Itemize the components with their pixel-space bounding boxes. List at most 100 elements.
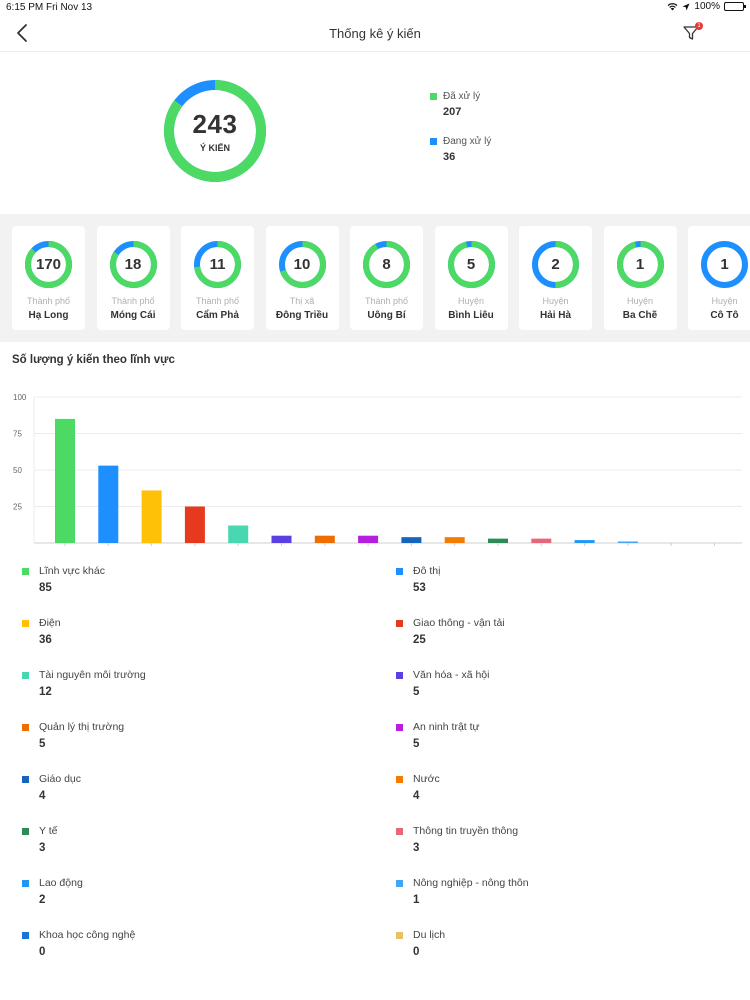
bar[interactable] <box>141 490 162 543</box>
field-legend-item[interactable]: An ninh trật tự 5 <box>396 721 726 761</box>
bar[interactable] <box>531 538 552 543</box>
district-name: Hải Hà <box>539 310 572 321</box>
processing-color-swatch <box>430 138 437 145</box>
field-color-swatch <box>22 827 29 835</box>
field-legend-item[interactable]: Khoa học công nghệ 0 <box>22 929 352 969</box>
bar[interactable] <box>617 541 638 544</box>
bar[interactable] <box>55 418 75 543</box>
district-name: Uông Bí <box>367 310 406 321</box>
district-card[interactable]: 1 Huyện Cô Tô <box>688 226 750 330</box>
field-label: Đô thị <box>413 565 441 577</box>
district-type: Thành phố <box>111 296 155 306</box>
district-count: 1 <box>635 256 645 273</box>
bar[interactable] <box>98 465 119 543</box>
field-legend-item[interactable]: Điện 36 <box>22 617 352 657</box>
bar[interactable] <box>574 540 595 543</box>
bar[interactable] <box>228 525 249 543</box>
field-value: 1 <box>413 894 420 906</box>
y-tick-label: 100 <box>13 393 27 402</box>
district-card[interactable]: 2 Huyện Hải Hà <box>519 226 592 330</box>
district-count: 5 <box>466 256 476 273</box>
field-value: 5 <box>413 686 420 698</box>
field-legend-item[interactable]: Y tế 3 <box>22 825 352 865</box>
field-color-swatch <box>22 619 29 627</box>
field-value: 5 <box>39 738 46 750</box>
field-label: Lĩnh vực khác <box>39 565 105 577</box>
total-count: 243 <box>192 109 238 139</box>
field-value: 3 <box>39 842 46 854</box>
field-value: 12 <box>39 686 52 698</box>
field-value: 36 <box>39 634 52 646</box>
location-arrow-icon <box>682 3 690 10</box>
district-name: Đông Triều <box>275 310 329 321</box>
district-card[interactable]: 8 Thành phố Uông Bí <box>350 226 423 330</box>
status-legend: Đã xử lý 207 Đang xử lý 36 <box>430 91 491 181</box>
district-card[interactable]: 170 Thành phố Hạ Long <box>12 226 85 330</box>
district-count: 2 <box>551 256 560 273</box>
district-type: Thành phố <box>364 296 409 306</box>
bar[interactable] <box>358 535 379 543</box>
status-date: Fri Nov 13 <box>46 2 93 13</box>
field-label: Giáo dục <box>39 773 82 785</box>
chart-section-title: Số lượng ý kiến theo lĩnh vực <box>12 354 175 366</box>
district-type: Thành phố <box>195 296 240 306</box>
legend-processed-label: Đã xử lý <box>443 91 481 102</box>
bar[interactable] <box>488 538 508 543</box>
field-color-swatch <box>396 723 403 731</box>
field-label: Điện <box>39 617 61 629</box>
bar[interactable] <box>401 537 422 543</box>
field-legend-item[interactable]: Du lịch 0 <box>396 929 726 969</box>
field-value: 0 <box>39 946 46 958</box>
field-color-swatch <box>22 879 29 887</box>
legend-processed-value: 207 <box>443 106 462 118</box>
field-color-swatch <box>396 879 403 887</box>
district-type: Huyện <box>626 296 653 306</box>
field-legend-item[interactable]: Văn hóa - xã hội 5 <box>396 669 726 709</box>
district-card[interactable]: 11 Thành phố Cẩm Phả <box>181 226 254 330</box>
district-card[interactable]: 10 Thị xã Đông Triều <box>265 226 339 330</box>
district-count: 8 <box>382 256 391 273</box>
field-value: 4 <box>413 790 420 802</box>
bar[interactable] <box>444 537 465 543</box>
field-legend-item[interactable]: Nông nghiệp - nông thôn 1 <box>396 877 726 917</box>
page-title: Thống kê ý kiến <box>329 26 421 41</box>
field-label: Quản lý thị trường <box>39 721 125 733</box>
filter-button[interactable]: 1 <box>680 22 703 44</box>
total-donut: 243 Ý KIẾN <box>160 76 270 186</box>
field-label: Nông nghiệp - nông thôn <box>413 877 529 889</box>
field-label: Giao thông - vận tải <box>413 617 505 629</box>
bar[interactable] <box>184 506 205 544</box>
field-color-swatch <box>396 671 403 679</box>
legend-processing: Đang xử lý 36 <box>430 136 491 163</box>
field-legend-item[interactable]: Thông tin truyền thông 3 <box>396 825 726 865</box>
field-label: Thông tin truyền thông <box>413 825 519 837</box>
field-color-swatch <box>396 775 403 783</box>
district-type: Huyện <box>457 296 484 306</box>
district-name: Bình Liêu <box>448 310 494 321</box>
district-name: Hạ Long <box>28 310 69 321</box>
field-label: Lao động <box>39 877 83 889</box>
district-card[interactable]: 18 Thành phố Móng Cái <box>96 226 170 330</box>
field-legend-item[interactable]: Lao động 2 <box>22 877 352 917</box>
filter-badge: 1 <box>695 22 703 30</box>
field-legend-item[interactable]: Quản lý thị trường 5 <box>22 721 352 761</box>
field-color-swatch <box>22 671 29 679</box>
field-legend-item[interactable]: Giáo dục 4 <box>22 773 352 813</box>
field-legend-item[interactable]: Giao thông - vận tải 25 <box>396 617 726 657</box>
bar[interactable] <box>271 535 292 543</box>
bar[interactable] <box>314 535 335 543</box>
district-strip[interactable]: 170 Thành phố Hạ Long 18 Thành phố Móng Cái 1 1… <box>0 214 750 342</box>
field-value: 4 <box>39 790 46 802</box>
district-card[interactable]: 1 Huyện Ba Chẽ <box>603 226 677 330</box>
status-right: 100% <box>667 1 746 12</box>
field-legend-item[interactable]: Tài nguyên môi trường 12 <box>22 669 352 709</box>
field-legend-item[interactable]: Nước 4 <box>396 773 726 813</box>
field-legend-item[interactable]: Lĩnh vực khác 85 <box>22 565 352 605</box>
district-card[interactable]: 5 Huyện Bình Liêu <box>434 226 508 330</box>
district-name: Cẩm Phả <box>196 310 239 321</box>
field-color-swatch <box>22 723 29 731</box>
field-legend-item[interactable]: Đô thị 53 <box>396 565 726 605</box>
district-type: Huyện <box>711 296 738 306</box>
field-label: An ninh trật tự <box>413 721 480 733</box>
field-label: Khoa học công nghệ <box>39 929 136 941</box>
